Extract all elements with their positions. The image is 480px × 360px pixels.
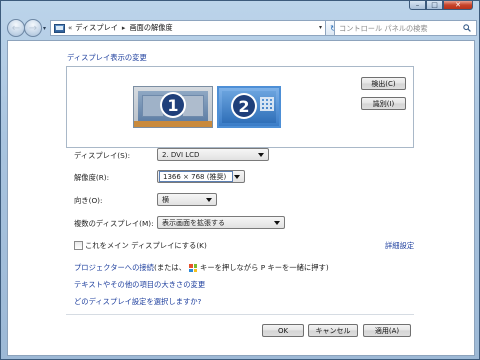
windows-logo-icon: [189, 264, 198, 272]
monitor-2-number: 2: [233, 95, 255, 117]
projector-link[interactable]: プロジェクターへの接続: [74, 263, 154, 273]
resolution-select[interactable]: 1366 × 768 (推奨): [157, 170, 245, 183]
control-panel-icon: [54, 23, 65, 33]
breadcrumb-overflow-chevron[interactable]: «: [68, 24, 72, 32]
close-button[interactable]: ✕: [443, 1, 473, 10]
multiple-displays-select[interactable]: 表示画面を拡張する: [157, 216, 285, 229]
breadcrumb-screen-resolution[interactable]: 画面の解像度: [129, 23, 172, 33]
ok-button[interactable]: OK: [262, 324, 304, 337]
identify-button[interactable]: 識別(I): [361, 97, 406, 110]
monitor-1-number-badge: 1: [160, 92, 186, 118]
title-bar: – □ ✕: [1, 1, 479, 10]
apply-button[interactable]: 適用(A): [363, 324, 411, 337]
footer-divider: [66, 314, 414, 315]
projector-tip: プロジェクターへの接続 (または、 キーを押しながら P キーを一緒に押す): [74, 263, 329, 273]
maximize-button[interactable]: □: [426, 1, 443, 10]
multiple-displays-select-value: 表示画面を拡張する: [162, 218, 225, 227]
forward-arrow-icon: →: [28, 22, 38, 34]
breadcrumb-separator-arrow[interactable]: ▸: [122, 24, 126, 32]
page-heading: ディスプレイ表示の変更: [67, 53, 147, 62]
resolution-select-value: 1366 × 768 (推奨): [159, 171, 233, 182]
back-arrow-icon: ←: [11, 22, 21, 34]
back-button[interactable]: ←: [7, 19, 25, 37]
breadcrumb-display[interactable]: ディスプレイ: [75, 23, 118, 33]
resolution-label: 解像度(R):: [74, 173, 110, 182]
projector-tip-suffix: キーを押しながら P キーを一緒に押す): [200, 263, 329, 272]
main-display-checkbox-label[interactable]: これをメイン ディスプレイにする(K): [85, 241, 207, 251]
monitor-2[interactable]: 2: [217, 86, 281, 128]
display-select-value: 2. DVI LCD: [162, 150, 200, 159]
which-settings-link[interactable]: どのディスプレイ設定を選択しますか?: [74, 297, 201, 307]
forward-button[interactable]: →: [24, 19, 42, 37]
monitor-2-number-badge: 2: [231, 93, 257, 119]
chevron-down-icon: [206, 198, 212, 202]
caption-buttons: – □ ✕: [409, 1, 473, 10]
navigation-bar: ← → ▾ « ディスプレイ ▸ 画面の解像度 ▾ ↻: [1, 17, 479, 39]
multiple-displays-label: 複数のディスプレイ(M):: [74, 219, 154, 228]
search-input[interactable]: [339, 23, 464, 33]
display-select[interactable]: 2. DVI LCD: [157, 148, 269, 161]
address-bar[interactable]: « ディスプレイ ▸ 画面の解像度 ▾: [50, 20, 326, 36]
orientation-select-value: 横: [162, 195, 169, 204]
chevron-down-icon: [234, 175, 240, 179]
minimize-button[interactable]: –: [409, 1, 426, 10]
chevron-down-icon: [258, 153, 264, 157]
orientation-label: 向き(O):: [74, 196, 103, 205]
detect-button[interactable]: 検出(C): [361, 77, 406, 90]
text-size-link[interactable]: テキストやその他の項目の大きさの変更: [74, 280, 205, 290]
display-label: ディスプレイ(S):: [74, 151, 131, 160]
address-dropdown-arrow[interactable]: ▾: [319, 24, 322, 31]
orientation-select[interactable]: 横: [157, 193, 217, 206]
monitor-1-number: 1: [162, 94, 184, 116]
monitor-1-bezel: [134, 121, 212, 127]
advanced-settings-link[interactable]: 詳細設定: [385, 241, 414, 251]
main-display-checkbox[interactable]: [74, 241, 83, 250]
search-box[interactable]: [334, 20, 477, 36]
grid-icon: [260, 97, 274, 111]
monitor-1[interactable]: 1: [133, 86, 213, 128]
cancel-button[interactable]: キャンセル: [308, 324, 358, 337]
projector-tip-prefix: (または、: [153, 263, 187, 272]
recent-pages-dropdown[interactable]: ▾: [43, 25, 46, 32]
search-icon: [463, 24, 471, 32]
chevron-down-icon: [274, 221, 280, 225]
